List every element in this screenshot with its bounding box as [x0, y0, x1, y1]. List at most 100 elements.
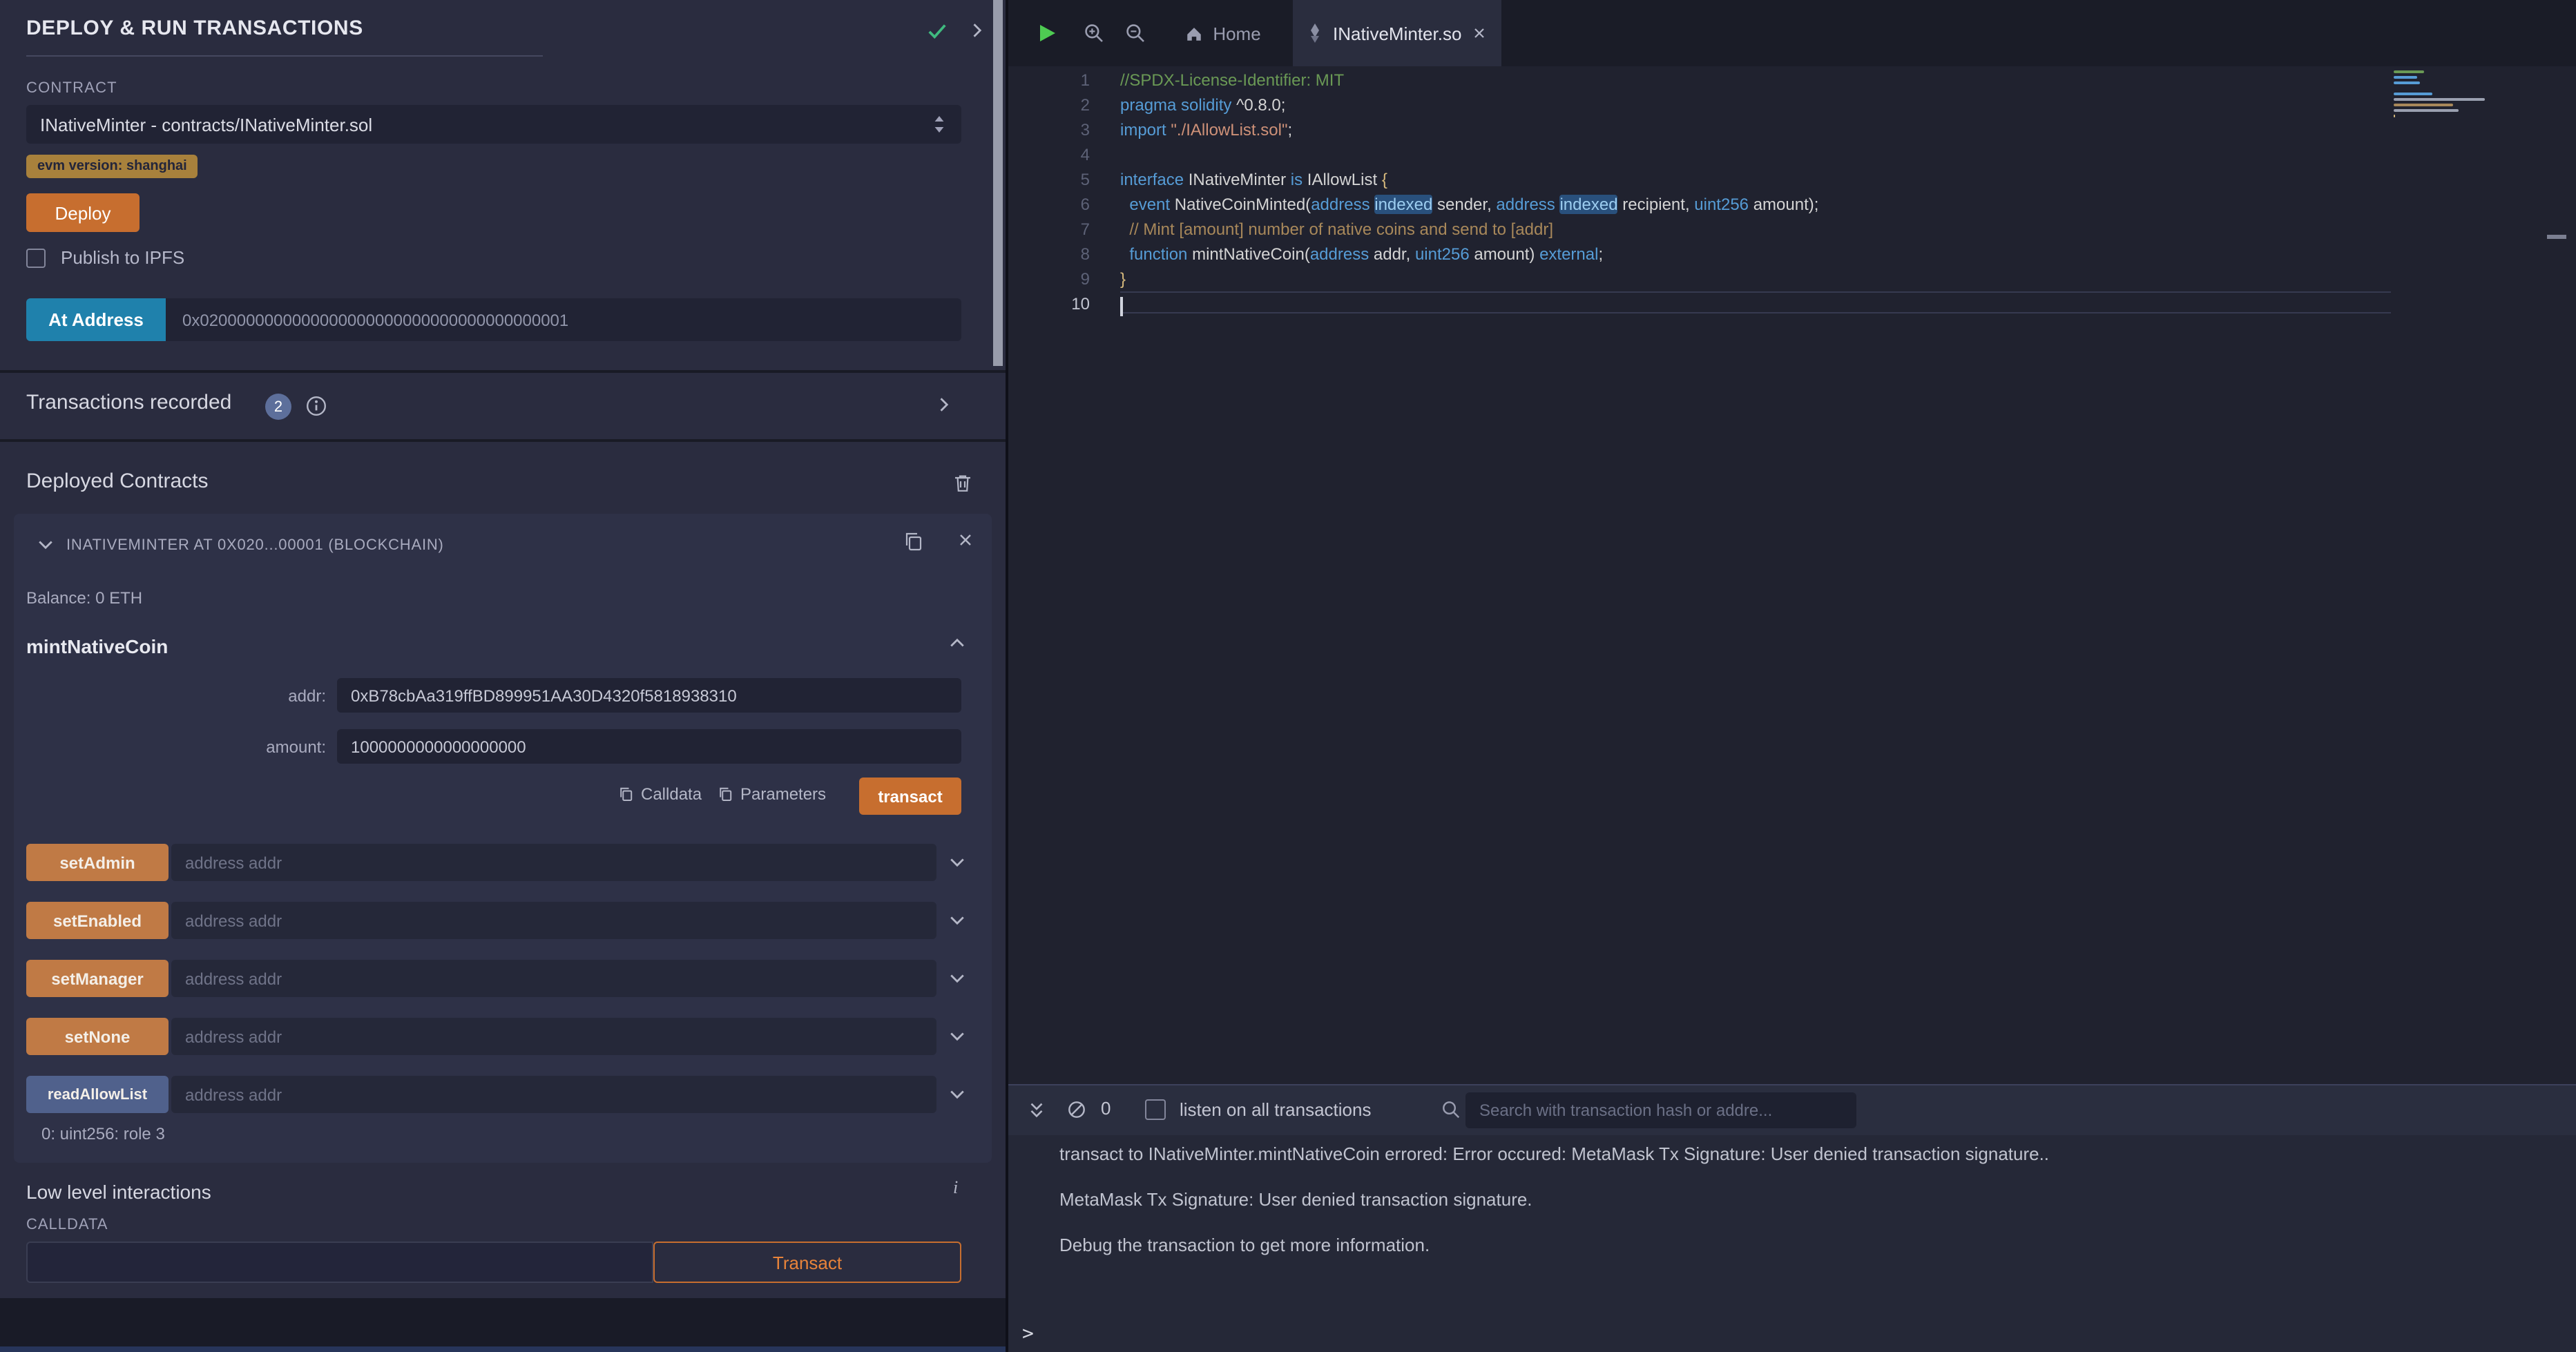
- zoom-out-icon[interactable]: [1124, 22, 1146, 44]
- line-number: 1: [1008, 68, 1090, 93]
- chevron-down-icon[interactable]: [948, 1026, 967, 1045]
- calldata-input[interactable]: [26, 1242, 653, 1283]
- line-number: 7: [1008, 217, 1090, 242]
- addr-arg-label: addr:: [207, 686, 326, 706]
- setEnabled-input[interactable]: [171, 902, 936, 939]
- contract-collapse-icon[interactable]: [36, 534, 55, 554]
- listen-all-label: listen on all transactions: [1180, 1099, 1372, 1120]
- pending-tx-count: 0: [1101, 1098, 1111, 1119]
- info-icon[interactable]: i: [953, 1177, 958, 1199]
- terminal-search-input[interactable]: [1465, 1092, 1856, 1128]
- chevron-up-icon[interactable]: [948, 634, 967, 653]
- line-number: 6: [1008, 192, 1090, 217]
- terminal-log-line: MetaMask Tx Signature: User denied trans…: [1059, 1189, 2049, 1211]
- code-line: [1120, 142, 2391, 167]
- transact-button[interactable]: transact: [859, 778, 961, 815]
- contract-balance: Balance: 0 ETH: [26, 588, 142, 608]
- close-tab-icon[interactable]: [1471, 25, 1488, 41]
- trash-icon[interactable]: [952, 472, 974, 494]
- setManager-input[interactable]: [171, 960, 936, 997]
- publish-ipfs-label: Publish to IPFS: [61, 247, 184, 268]
- listen-all-checkbox[interactable]: [1145, 1099, 1166, 1120]
- search-icon: [1441, 1099, 1461, 1120]
- minimap-line: [2394, 98, 2485, 101]
- chevron-down-icon[interactable]: [948, 852, 967, 871]
- copy-icon[interactable]: [902, 530, 924, 552]
- chevron-down-icon[interactable]: [948, 968, 967, 987]
- panel-title: DEPLOY & RUN TRANSACTIONS: [26, 17, 363, 40]
- setNone-button[interactable]: setNone: [26, 1018, 169, 1055]
- line-number: 5: [1008, 167, 1090, 192]
- terminal-logs: transact to INativeMinter.mintNativeCoin…: [1059, 1143, 2049, 1280]
- collapse-panel-icon[interactable]: [967, 21, 986, 40]
- terminal-toolbar: 0 listen on all transactions: [1008, 1085, 2576, 1135]
- code-line: }: [1120, 267, 2391, 291]
- clear-console-icon[interactable]: [1066, 1099, 1087, 1120]
- minimap-line: [2394, 93, 2432, 95]
- code-line: function mintNativeCoin(address addr, ui…: [1120, 242, 2391, 267]
- function-row: readAllowList: [26, 1076, 979, 1113]
- deploy-button[interactable]: Deploy: [26, 193, 140, 232]
- evm-version-badge: evm version: shanghai: [26, 155, 198, 178]
- section-divider: [0, 370, 1006, 373]
- remix-window: DEPLOY & RUN TRANSACTIONS CONTRACT INati…: [0, 0, 2576, 1352]
- tab-home[interactable]: Home: [1170, 0, 1276, 66]
- setManager-button[interactable]: setManager: [26, 960, 169, 997]
- at-address-input[interactable]: [166, 298, 961, 341]
- setAdmin-input[interactable]: [171, 844, 936, 881]
- contract-select-value: INativeMinter - contracts/INativeMinter.…: [40, 114, 372, 135]
- setEnabled-button[interactable]: setEnabled: [26, 902, 169, 939]
- code-line: import "./IAllowList.sol";: [1120, 117, 2391, 142]
- copy-icon: [717, 786, 733, 802]
- call-output: 0: uint256: role 3: [41, 1124, 165, 1143]
- contract-label: CONTRACT: [26, 80, 117, 97]
- copy-parameters-button[interactable]: Parameters: [717, 784, 826, 804]
- editor-area: Home INativeMinter.sol 12345678910 //SPD…: [1006, 0, 2576, 1352]
- copy-icon: [617, 786, 634, 802]
- minimap-line: [2394, 70, 2423, 73]
- code-editor[interactable]: 12345678910 //SPDX-License-Identifier: M…: [1008, 66, 2576, 1084]
- calldata-link-label: Calldata: [641, 784, 702, 804]
- info-icon[interactable]: [305, 395, 327, 417]
- minimap-line: [2394, 76, 2416, 79]
- tab-inativeminter-label: INativeMinter.sol: [1333, 23, 1461, 44]
- chevron-down-icon[interactable]: [948, 910, 967, 929]
- addr-arg-input[interactable]: [337, 678, 961, 713]
- contract-select[interactable]: INativeMinter - contracts/INativeMinter.…: [26, 105, 961, 144]
- tab-home-label: Home: [1213, 23, 1260, 44]
- low-level-transact-button[interactable]: Transact: [653, 1242, 961, 1283]
- function-row: setNone: [26, 1018, 979, 1055]
- readAllowList-input[interactable]: [171, 1076, 936, 1113]
- setNone-input[interactable]: [171, 1018, 936, 1055]
- copy-calldata-button[interactable]: Calldata: [617, 784, 702, 804]
- close-icon[interactable]: [956, 530, 975, 550]
- editor-scrollbar[interactable]: [2539, 66, 2576, 1084]
- at-address-button[interactable]: At Address: [26, 298, 166, 341]
- chevron-down-icon[interactable]: [948, 1084, 967, 1103]
- code-line: // Mint [amount] number of native coins …: [1120, 217, 2391, 242]
- code-content[interactable]: //SPDX-License-Identifier: MITpragma sol…: [1120, 68, 2391, 313]
- transactions-expand-icon[interactable]: [934, 395, 953, 414]
- amount-arg-input[interactable]: [337, 729, 961, 764]
- zoom-in-icon[interactable]: [1083, 22, 1105, 44]
- line-number: 8: [1008, 242, 1090, 267]
- terminal-log-line: transact to INativeMinter.mintNativeCoin…: [1059, 1143, 2049, 1166]
- setAdmin-button[interactable]: setAdmin: [26, 844, 169, 881]
- minimap[interactable]: [2394, 70, 2533, 126]
- terminal-prompt[interactable]: >: [1022, 1323, 1034, 1345]
- tab-inativeminter[interactable]: INativeMinter.sol: [1293, 0, 1501, 66]
- calldata-section-label: CALLDATA: [26, 1217, 108, 1233]
- panel-bottom-filler: [0, 1298, 1006, 1346]
- publish-ipfs-checkbox[interactable]: [26, 248, 46, 267]
- run-script-icon[interactable]: [1036, 22, 1058, 44]
- panel-scrollbar[interactable]: [993, 0, 1003, 366]
- line-number: 9: [1008, 267, 1090, 291]
- minimap-line: [2394, 109, 2459, 112]
- minimap-line: [2394, 87, 2533, 90]
- code-line: //SPDX-License-Identifier: MIT: [1120, 68, 2391, 93]
- readAllowList-button[interactable]: readAllowList: [26, 1076, 169, 1113]
- expanded-function-name: mintNativeCoin: [26, 635, 168, 657]
- code-line: [1120, 291, 2391, 313]
- collapse-terminal-icon[interactable]: [1026, 1099, 1047, 1120]
- code-line: pragma solidity ^0.8.0;: [1120, 93, 2391, 117]
